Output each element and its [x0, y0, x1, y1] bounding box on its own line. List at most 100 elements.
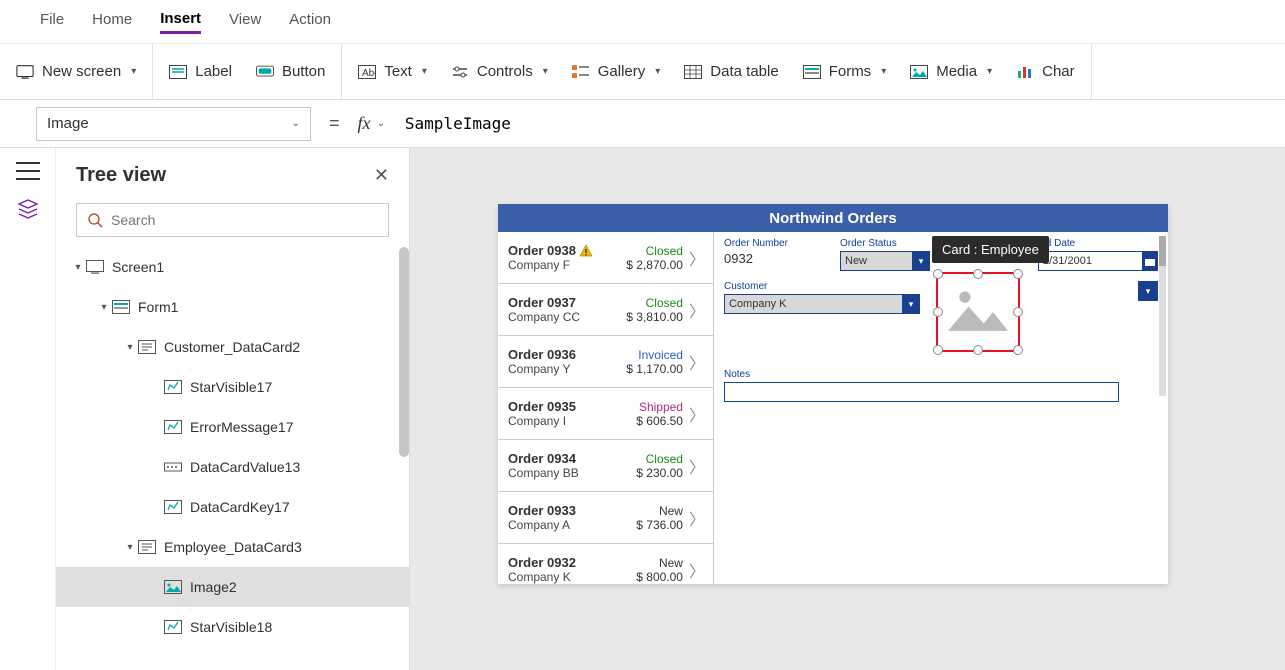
notes-input[interactable] [724, 382, 1119, 402]
detail-form: Order Number 0932 Order Status New ▾ aid… [714, 232, 1168, 584]
edit-icon [164, 500, 182, 514]
order-status-dropdown[interactable]: New ▾ [840, 251, 930, 271]
order-row[interactable]: Order 0932Company KNew$ 800.00〉 [498, 544, 713, 584]
chevron-down-icon: ▾ [422, 66, 427, 77]
order-amount: $ 2,870.00 [626, 258, 683, 272]
data-table-button[interactable]: Data table [684, 63, 778, 81]
label-btn-label: Label [195, 63, 232, 80]
tree-node-form1[interactable]: ▾ Form1 [56, 287, 409, 327]
tree-node-label: Screen1 [112, 259, 164, 275]
order-gallery[interactable]: Order 0938Company F Closed $ 2,870.00 〉 Orde… [498, 232, 714, 584]
gallery-button[interactable]: Gallery ▾ [572, 63, 661, 81]
order-row[interactable]: Order 0937Company CCClosed$ 3,810.00〉 [498, 284, 713, 336]
controls-button[interactable]: Controls ▾ [451, 63, 548, 81]
gallery-icon [572, 63, 590, 81]
screen-icon [86, 260, 104, 274]
tree-view-icon[interactable] [17, 198, 39, 220]
button-button[interactable]: Button [256, 63, 325, 81]
order-row[interactable]: Order 0936Company YInvoiced$ 1,170.00〉 [498, 336, 713, 388]
paid-date-picker[interactable]: 2/31/2001 [1038, 251, 1158, 271]
form-scrollbar[interactable] [1159, 236, 1166, 396]
charts-btn-label: Char [1042, 63, 1075, 80]
forms-button[interactable]: Forms ▾ [803, 63, 887, 81]
chevron-down-icon: ▾ [131, 66, 136, 77]
tree-node-screen1[interactable]: ▾ Screen1 [56, 247, 409, 287]
warning-icon [579, 244, 593, 258]
order-num: Order 0937 [508, 295, 576, 310]
order-num: Order 0933 [508, 503, 576, 518]
tree-node-starvisible18[interactable]: StarVisible18 [56, 607, 409, 647]
order-company: Company Y [508, 362, 626, 376]
charts-button[interactable]: Char [1016, 63, 1075, 81]
menu-insert[interactable]: Insert [160, 10, 201, 34]
order-row[interactable]: Order 0934Company BBClosed$ 230.00〉 [498, 440, 713, 492]
secondary-dropdown[interactable]: ▾ [1138, 281, 1158, 301]
scrollbar[interactable] [399, 247, 409, 457]
tree-node-customer-datacard[interactable]: ▾ Customer_DataCard2 [56, 327, 409, 367]
chevron-right-icon: 〉 [689, 506, 705, 530]
tree-node-datacardkey17[interactable]: DataCardKey17 [56, 487, 409, 527]
tree-node-label: Employee_DataCard3 [164, 539, 302, 555]
order-company: Company K [508, 570, 636, 584]
order-company: Company A [508, 518, 636, 532]
order-row[interactable]: Order 0938Company FClosed$ 2,870.00〉 [498, 232, 713, 284]
datacard-icon [138, 540, 156, 554]
order-company: Company F [508, 258, 626, 272]
property-select[interactable]: Image ⌄ [36, 107, 311, 141]
app-title: Northwind Orders [498, 204, 1168, 232]
chevron-down-icon: ▾ [912, 251, 930, 271]
tree-node-datacardvalue13[interactable]: DataCardValue13 [56, 447, 409, 487]
menu-bar: File Home Insert View Action [0, 0, 1285, 44]
tooltip: Card : Employee [932, 236, 1049, 263]
ribbon: New screen ▾ Label Button Abc Text ▾ [0, 44, 1285, 100]
order-num: Order 0936 [508, 347, 576, 362]
order-amount: $ 230.00 [636, 466, 683, 480]
tree-node-image2[interactable]: Image2 [56, 567, 409, 607]
close-icon[interactable]: ✕ [374, 165, 389, 186]
formula-bar: Image ⌄ = fx ⌄ [0, 100, 1285, 148]
order-status: Closed [636, 452, 683, 466]
new-screen-icon [16, 63, 34, 81]
workspace: Tree view ✕ ▾ Screen1 ▾ Form1 ▾ Customer… [0, 148, 1285, 670]
controls-icon [451, 63, 469, 81]
chevron-down-icon: ▾ [881, 66, 886, 77]
label-button[interactable]: Label [169, 63, 232, 81]
customer-dropdown[interactable]: Company K ▾ [724, 294, 920, 314]
chevron-right-icon: 〉 [689, 246, 705, 270]
menu-view[interactable]: View [229, 11, 261, 32]
button-btn-label: Button [282, 63, 325, 80]
order-amount: $ 3,810.00 [626, 310, 683, 324]
order-number-value: 0932 [724, 251, 824, 266]
tree-node-starvisible17[interactable]: StarVisible17 [56, 367, 409, 407]
order-num: Order 0938 [508, 243, 576, 258]
tree-search-input[interactable] [111, 212, 378, 228]
svg-text:Abc: Abc [362, 68, 376, 79]
menu-file[interactable]: File [40, 11, 64, 32]
media-button[interactable]: Media ▾ [910, 63, 992, 81]
text-button[interactable]: Abc Text ▾ [358, 63, 427, 81]
formula-input[interactable] [397, 107, 1245, 141]
order-num: Order 0935 [508, 399, 576, 414]
order-amount: $ 736.00 [636, 518, 683, 532]
button-icon [256, 63, 274, 81]
order-company: Company BB [508, 466, 636, 480]
order-row[interactable]: Order 0935Company IShipped$ 606.50〉 [498, 388, 713, 440]
caret-down-icon: ▾ [122, 542, 138, 553]
tree-node-errormessage17[interactable]: ErrorMessage17 [56, 407, 409, 447]
chevron-down-icon: ▾ [987, 66, 992, 77]
menu-action[interactable]: Action [289, 11, 331, 32]
property-label: Image [47, 115, 89, 132]
caret-down-icon: ▾ [122, 342, 138, 353]
order-status: Shipped [636, 400, 683, 414]
tree-node-label: StarVisible17 [190, 379, 272, 395]
edit-icon [164, 620, 182, 634]
fx-button[interactable]: fx ⌄ [358, 113, 385, 134]
tree-search[interactable] [76, 203, 389, 237]
employee-image-selected[interactable] [936, 272, 1020, 352]
tree-node-employee-datacard[interactable]: ▾ Employee_DataCard3 [56, 527, 409, 567]
hamburger-icon[interactable] [16, 162, 40, 180]
text-btn-label: Text [384, 63, 412, 80]
menu-home[interactable]: Home [92, 11, 132, 32]
order-row[interactable]: Order 0933Company ANew$ 736.00〉 [498, 492, 713, 544]
new-screen-button[interactable]: New screen ▾ [16, 63, 136, 81]
